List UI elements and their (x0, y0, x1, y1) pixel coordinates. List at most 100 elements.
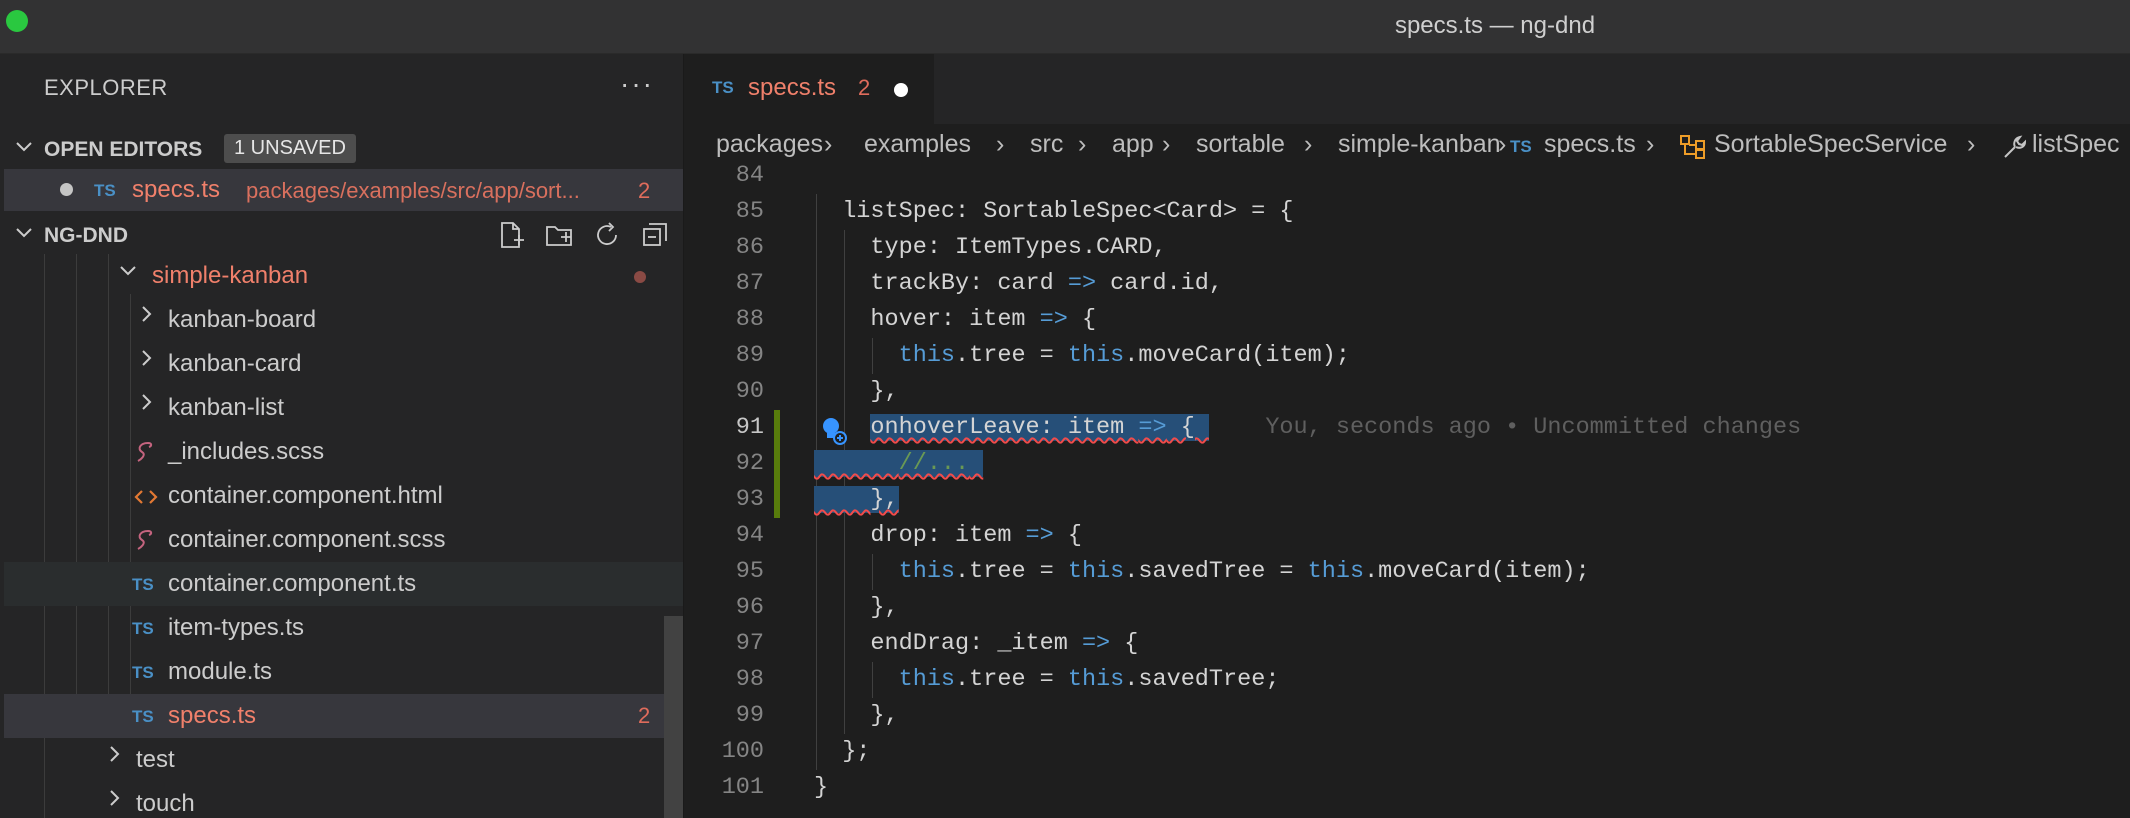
breadcrumb-item[interactable]: simple-kanban (1338, 130, 1501, 159)
tree-item-label: container.component.scss (168, 526, 446, 553)
tree-file-container-html[interactable]: container.component.html (4, 474, 683, 518)
typescript-file-icon: TS (712, 78, 734, 97)
tree-item-label: kanban-list (168, 394, 285, 421)
line-number: 100 (721, 738, 764, 765)
new-file-icon[interactable] (496, 220, 526, 250)
code-line: trackBy: card => card.id, (814, 270, 1223, 297)
tree-file-module[interactable]: TS module.ts (4, 650, 683, 694)
lightbulb-icon[interactable] (818, 415, 848, 445)
collapse-all-icon[interactable] (640, 220, 670, 250)
breadcrumb-item[interactable]: examples (864, 130, 971, 159)
tree-folder-touch[interactable]: touch (4, 782, 683, 818)
tree-folder-kanban-list[interactable]: kanban-list (4, 386, 683, 430)
tab-specs-ts[interactable]: TS specs.ts 2 (684, 54, 934, 124)
open-editor-item[interactable]: TS specs.ts packages/examples/src/app/so… (4, 169, 683, 211)
tree-file-specs[interactable]: TS specs.ts 2 (4, 694, 683, 738)
chevron-right-icon: › (824, 130, 833, 158)
open-editor-path: packages/examples/src/app/sort... (246, 178, 580, 203)
code-line: this.tree = this.moveCard(item); (898, 342, 1350, 369)
chevron-right-icon: › (1162, 130, 1171, 158)
tree-item-label: item-types.ts (168, 614, 305, 641)
chevron-right-icon: › (1967, 130, 1976, 158)
code-line: }, (814, 486, 899, 513)
typescript-file-icon: TS (132, 619, 154, 638)
title-bar: specs.ts — ng-dnd (0, 0, 2130, 54)
refresh-icon[interactable] (592, 220, 622, 250)
line-number: 98 (735, 666, 764, 693)
typescript-file-icon: TS (94, 181, 116, 200)
chevron-right-icon (136, 304, 156, 330)
line-number: 101 (721, 774, 764, 801)
problem-count: 2 (638, 703, 651, 728)
line-number: 87 (735, 270, 764, 297)
breadcrumb-member[interactable]: listSpec (2032, 130, 2120, 159)
code-line: this.tree = this.savedTree = this.moveCa… (898, 558, 1590, 585)
line-number: 88 (735, 306, 764, 333)
line-number: 93 (735, 486, 764, 513)
code-line: onhoverLeave: item => { You, seconds ago… (870, 414, 1802, 441)
typescript-file-icon: TS (132, 575, 154, 594)
chevron-right-icon (104, 744, 124, 770)
window-title: specs.ts — ng-dnd (1394, 12, 1596, 39)
problem-count: 2 (638, 178, 651, 203)
project-section[interactable]: NG-DND (0, 216, 683, 254)
code-line: type: ItemTypes.CARD, (814, 234, 1167, 261)
breadcrumb: packages › examples › src › app › sortab… (684, 124, 2130, 168)
tree-folder-kanban-card[interactable]: kanban-card (4, 342, 683, 386)
breadcrumb-item[interactable]: sortable (1196, 130, 1285, 159)
tree-file-includes-scss[interactable]: _includes.scss (4, 430, 683, 474)
chevron-down-icon (14, 136, 34, 162)
editor-tab-bar: TS specs.ts 2 (684, 54, 2130, 124)
unsaved-dot-icon[interactable] (894, 83, 908, 97)
line-number: 97 (735, 630, 764, 657)
tab-problem-count: 2 (858, 75, 871, 100)
tree-folder-test[interactable]: test (4, 738, 683, 782)
code-line: endDrag: _item => { (814, 630, 1139, 657)
breadcrumb-file[interactable]: specs.ts (1544, 130, 1636, 159)
git-modified-gutter[interactable] (774, 410, 780, 518)
line-number: 94 (735, 522, 764, 549)
tree-item-label: touch (136, 790, 195, 817)
tree-item-label: container.component.html (168, 482, 443, 509)
class-symbol-icon (1679, 134, 1707, 167)
breadcrumb-class[interactable]: SortableSpecService (1714, 130, 1947, 159)
tree-item-label: simple-kanban (152, 262, 309, 289)
tree-item-label: kanban-board (168, 306, 317, 333)
sass-file-icon (134, 528, 156, 559)
tree-item-label: kanban-card (168, 350, 302, 377)
more-actions-icon[interactable]: ··· (620, 68, 654, 100)
tree-folder-kanban-board[interactable]: kanban-board (4, 298, 683, 342)
code-line: listSpec: SortableSpec<Card> = { (814, 198, 1294, 225)
breadcrumb-item[interactable]: packages (716, 130, 823, 159)
tree-file-container-scss[interactable]: container.component.scss (4, 518, 683, 562)
open-editors-section[interactable]: OPEN EDITORS 1 UNSAVED (0, 130, 683, 168)
git-blame-annotation: You, seconds ago • Uncommitted changes (1265, 414, 1802, 441)
code-line: }, (814, 702, 899, 729)
chevron-right-icon (136, 348, 156, 374)
code-line: }; (814, 738, 871, 765)
breadcrumb-item[interactable]: src (1030, 130, 1063, 159)
typescript-file-icon: TS (132, 663, 154, 682)
modified-dot-icon (634, 271, 646, 283)
chevron-down-icon (118, 260, 138, 286)
tree-file-container-ts[interactable]: TS container.component.ts (4, 562, 683, 606)
typescript-file-icon: TS (132, 707, 154, 726)
line-number: 86 (735, 234, 764, 261)
code-line: this.tree = this.savedTree; (898, 666, 1280, 693)
wrench-icon (2002, 134, 2028, 167)
sidebar-scrollbar[interactable] (664, 616, 683, 818)
tree-folder-simple-kanban[interactable]: simple-kanban (4, 254, 683, 298)
tree-item-label: specs.ts (168, 702, 257, 729)
line-number: 89 (735, 342, 764, 369)
breadcrumb-item[interactable]: app (1112, 130, 1154, 159)
code-line: }, (814, 378, 899, 405)
line-number: 92 (735, 450, 764, 477)
new-folder-icon[interactable] (544, 220, 574, 250)
tree-file-item-types[interactable]: TS item-types.ts (4, 606, 683, 650)
sass-file-icon (134, 440, 156, 471)
line-number: 91 (735, 414, 764, 441)
explorer-header: EXPLORER (44, 75, 168, 100)
code-editor[interactable]: 84 85 86 87 88 89 90 91 92 93 94 95 96 9… (684, 162, 2130, 818)
project-label: NG-DND (44, 224, 128, 247)
unsaved-dot-icon[interactable] (60, 183, 73, 196)
